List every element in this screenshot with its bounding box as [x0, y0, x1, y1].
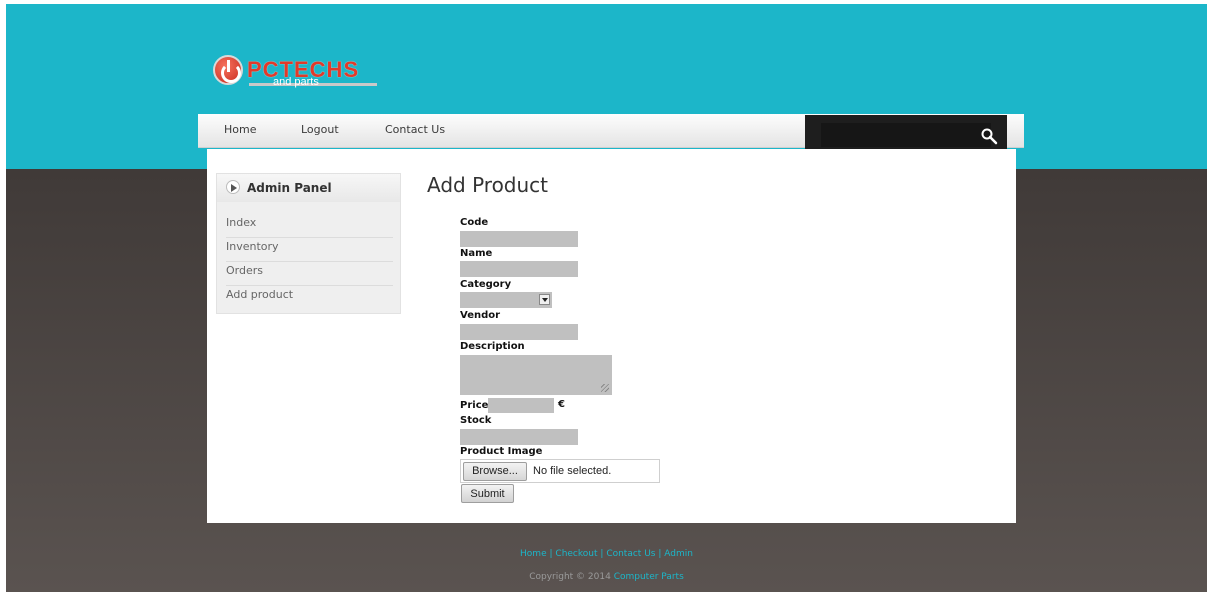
admin-sidebar: Admin Panel Index Inventory Orders Add p… [216, 173, 401, 314]
category-select[interactable] [460, 292, 552, 308]
vendor-input[interactable] [460, 324, 578, 340]
description-label: Description [460, 341, 525, 352]
nav-item-home[interactable]: Home [224, 123, 256, 136]
sidebar-item-add-product[interactable]: Add product [226, 286, 393, 310]
stock-input[interactable] [460, 429, 578, 445]
price-label: Price [460, 400, 489, 411]
code-label: Code [460, 217, 489, 228]
sidebar-item-inventory[interactable]: Inventory [226, 238, 393, 262]
footer-link-checkout[interactable]: Checkout [555, 549, 597, 559]
submit-button[interactable]: Submit [461, 484, 514, 503]
stock-label: Stock [460, 415, 492, 426]
footer-separator: | [600, 549, 604, 559]
browse-button[interactable]: Browse... [463, 462, 527, 481]
window-left-border [0, 0, 6, 592]
product-image-label: Product Image [460, 446, 543, 457]
search-input[interactable] [821, 123, 991, 147]
name-input[interactable] [460, 261, 578, 277]
name-label: Name [460, 248, 493, 259]
footer-link-home[interactable]: Home [520, 549, 547, 559]
nav-item-contact-us[interactable]: Contact Us [385, 123, 445, 136]
footer-copyright: Copyright © 2014 Computer Parts [0, 572, 1213, 582]
logo-tagline: and parts [273, 76, 319, 88]
play-arrow-icon [226, 180, 240, 194]
site-logo[interactable]: PCTECHS and parts [213, 55, 378, 95]
sidebar-item-orders[interactable]: Orders [226, 262, 393, 286]
sidebar-header: Admin Panel [217, 174, 400, 202]
power-icon [213, 55, 243, 85]
footer-link-contact-us[interactable]: Contact Us [606, 549, 655, 559]
copyright-link[interactable]: Computer Parts [614, 572, 684, 582]
sidebar-title: Admin Panel [247, 181, 332, 195]
footer-separator: | [658, 549, 662, 559]
window-right-border [1207, 0, 1213, 592]
description-textarea[interactable] [460, 355, 612, 395]
footer-separator: | [549, 549, 553, 559]
sidebar-item-index[interactable]: Index [226, 214, 393, 238]
nav-item-logout[interactable]: Logout [301, 123, 339, 136]
category-label: Category [460, 279, 512, 290]
search-icon[interactable] [980, 127, 998, 145]
footer-link-admin[interactable]: Admin [664, 549, 693, 559]
code-input[interactable] [460, 231, 578, 247]
resize-grip-icon[interactable] [601, 384, 609, 392]
price-input[interactable] [488, 398, 554, 413]
product-image-file-input[interactable]: Browse... No file selected. [460, 459, 660, 483]
page-title: Add Product [427, 173, 549, 197]
chevron-down-icon[interactable] [539, 294, 550, 305]
currency-symbol: € [558, 399, 565, 410]
file-status-text: No file selected. [533, 465, 612, 477]
footer-links: Home | Checkout | Contact Us | Admin [0, 549, 1213, 559]
vendor-label: Vendor [460, 310, 501, 321]
copyright-text: Copyright © 2014 [529, 572, 611, 582]
